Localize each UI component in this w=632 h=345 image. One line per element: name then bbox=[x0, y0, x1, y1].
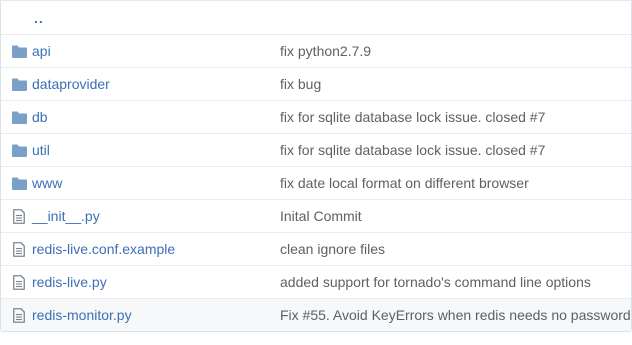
table-row[interactable]: api fix python2.7.9 bbox=[1, 35, 631, 68]
file-icon bbox=[11, 307, 27, 323]
parent-directory-row[interactable]: .. bbox=[1, 1, 631, 35]
commit-message-link[interactable]: added support for tornado's command line… bbox=[280, 273, 591, 291]
commit-message-link[interactable]: Fix #55. Avoid KeyErrors when redis need… bbox=[280, 306, 632, 324]
file-name-link[interactable]: __init__.py bbox=[32, 207, 100, 225]
file-name-link[interactable]: dataprovider bbox=[32, 75, 110, 93]
folder-icon bbox=[11, 142, 27, 158]
table-row[interactable]: db fix for sqlite database lock issue. c… bbox=[1, 101, 631, 134]
file-name-link[interactable]: api bbox=[32, 42, 51, 60]
folder-icon bbox=[11, 175, 27, 191]
folder-icon bbox=[11, 109, 27, 125]
file-name-link[interactable]: www bbox=[32, 174, 62, 192]
table-row[interactable]: redis-live.py added support for tornado'… bbox=[1, 266, 631, 299]
commit-message-link[interactable]: fix python2.7.9 bbox=[280, 42, 371, 60]
file-icon bbox=[11, 208, 27, 224]
table-row[interactable]: redis-monitor.py Fix #55. Avoid KeyError… bbox=[1, 299, 632, 331]
folder-icon bbox=[11, 43, 27, 59]
commit-message-link[interactable]: Inital Commit bbox=[280, 207, 362, 225]
file-name-link[interactable]: util bbox=[32, 141, 50, 159]
file-name-link[interactable]: redis-live.conf.example bbox=[32, 240, 175, 258]
folder-icon bbox=[11, 76, 27, 92]
parent-directory-link[interactable]: .. bbox=[34, 10, 44, 26]
file-list-table: .. api fix python2.7.9 dataprovider fix … bbox=[0, 0, 632, 332]
file-icon bbox=[11, 274, 27, 290]
table-row[interactable]: www fix date local format on different b… bbox=[1, 167, 631, 200]
table-row[interactable]: util fix for sqlite database lock issue.… bbox=[1, 134, 631, 167]
commit-message-link[interactable]: fix for sqlite database lock issue. clos… bbox=[280, 141, 545, 159]
table-row[interactable]: redis-live.conf.example clean ignore fil… bbox=[1, 233, 631, 266]
table-row[interactable]: __init__.py Inital Commit bbox=[1, 200, 631, 233]
file-name-link[interactable]: redis-monitor.py bbox=[32, 306, 132, 324]
file-name-link[interactable]: redis-live.py bbox=[32, 273, 107, 291]
file-name-link[interactable]: db bbox=[32, 108, 48, 126]
commit-message-link[interactable]: fix bug bbox=[280, 75, 321, 93]
commit-message-link[interactable]: fix date local format on different brows… bbox=[280, 174, 529, 192]
commit-message-link[interactable]: clean ignore files bbox=[280, 240, 385, 258]
table-row[interactable]: dataprovider fix bug bbox=[1, 68, 631, 101]
file-icon bbox=[11, 241, 27, 257]
commit-message-link[interactable]: fix for sqlite database lock issue. clos… bbox=[280, 108, 545, 126]
